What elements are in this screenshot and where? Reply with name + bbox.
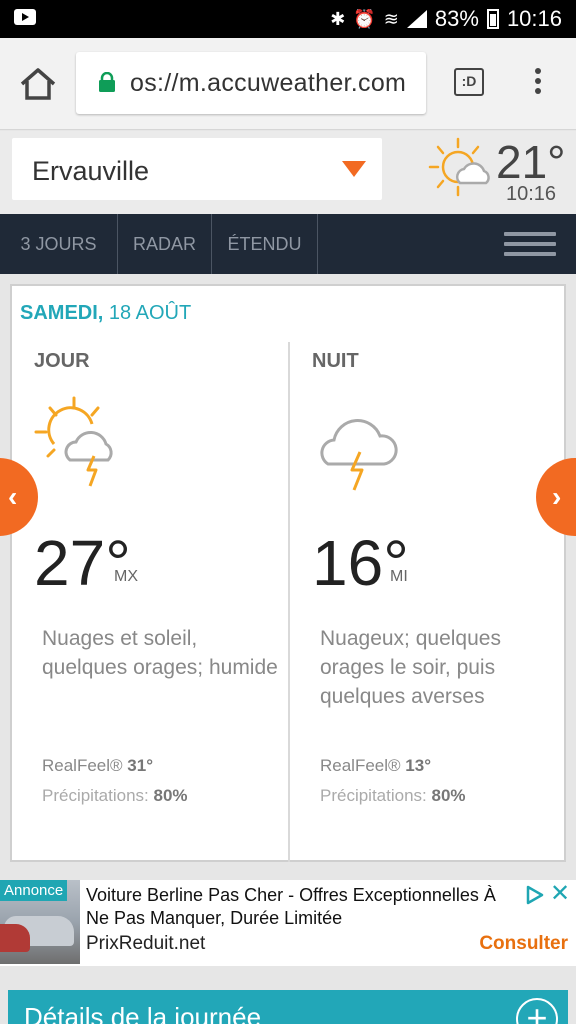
forecast-date: SAMEDI, 18 AOÛT	[20, 302, 191, 325]
ad-banner[interactable]: Annonce Voiture Berline Pas Cher - Offre…	[0, 880, 576, 966]
night-description: Nuageux; quelques orages le soir, puis q…	[320, 627, 501, 708]
address-bar[interactable]: os://m.accuweather.com	[76, 52, 426, 114]
tab-switcher-button[interactable]: :D	[454, 68, 484, 96]
day-description: Nuages et soleil, quelques orages; humid…	[42, 627, 278, 679]
expand-plus-icon[interactable]: +	[516, 998, 558, 1024]
date-day-month: 18 AOÛT	[103, 302, 192, 324]
battery-percent: 83%	[434, 6, 479, 31]
ad-title[interactable]: Voiture Berline Pas Cher - Offres Except…	[86, 884, 522, 932]
day-temp-unit: MX	[114, 568, 138, 585]
location-dropdown[interactable]: Ervauville	[12, 138, 382, 200]
bluetooth-icon: ✱	[330, 9, 346, 29]
chevron-right-icon: ›	[552, 481, 562, 512]
sun-cloud-thunder-icon	[34, 396, 113, 487]
home-icon[interactable]	[18, 66, 58, 102]
status-bar: ✱ ⏰ ≋ 83% 10:16	[0, 0, 576, 38]
battery-icon	[486, 9, 499, 29]
ad-domain: PrixReduit.net	[86, 933, 206, 954]
night-label: NUIT	[312, 350, 359, 372]
precip-value: 80%	[153, 786, 188, 805]
precip-label: Précipitations:	[42, 786, 154, 805]
day-details-bar[interactable]: Détails de la journée +	[8, 990, 568, 1024]
night-temperature: 16°	[312, 527, 409, 599]
day-label: JOUR	[34, 350, 90, 372]
car-graphic	[0, 924, 30, 952]
youtube-notification-icon	[14, 9, 36, 25]
nav-bar: 3 JOURS RADAR ÉTENDU	[0, 214, 576, 274]
ad-close-icon[interactable]: ✕	[550, 882, 570, 906]
tab-3-jours[interactable]: 3 JOURS	[0, 214, 118, 274]
realfeel-label: RealFeel®	[320, 756, 406, 775]
browser-toolbar: os://m.accuweather.com :D	[0, 38, 576, 130]
screen: ✱ ⏰ ≋ 83% 10:16 os://m.accuweather.com :…	[0, 0, 576, 1024]
day-temperature: 27°	[34, 527, 131, 599]
chevron-left-icon: ‹	[8, 481, 18, 512]
tab-radar[interactable]: RADAR	[118, 214, 212, 274]
day-precipitation: Précipitations: 80%	[42, 786, 188, 806]
date-weekday: SAMEDI,	[20, 302, 104, 324]
lock-icon	[99, 72, 115, 92]
current-temperature: 21°	[496, 136, 566, 188]
realfeel-value: 13°	[405, 756, 432, 775]
hamburger-menu-icon[interactable]	[504, 232, 556, 258]
night-precipitation: Précipitations: 80%	[320, 786, 466, 806]
current-time: 10:16	[506, 183, 557, 205]
day-realfeel: RealFeel® 31°	[42, 756, 153, 776]
dropdown-arrow-icon	[342, 161, 366, 177]
realfeel-label: RealFeel®	[42, 756, 128, 775]
precip-label: Précipitations:	[320, 786, 432, 805]
ad-choices-icon[interactable]	[524, 884, 546, 906]
wifi-icon: ≋	[383, 9, 399, 29]
location-name: Ervauville	[32, 156, 150, 186]
cloud-thunder-icon	[320, 419, 398, 491]
column-divider	[288, 342, 290, 862]
status-time: 10:16	[506, 6, 562, 31]
status-icons: ✱ ⏰ ≋ 83% 10:16	[330, 6, 562, 32]
ad-cta-button[interactable]: Consulter	[479, 933, 568, 955]
ad-image[interactable]: Annonce	[0, 880, 80, 964]
night-column: NUIT 16° MI Nuageux; quelques orages le …	[312, 342, 572, 842]
night-temp-unit: MI	[390, 568, 408, 585]
ad-badge: Annonce	[0, 880, 68, 901]
precip-value: 80%	[431, 786, 466, 805]
forecast-card: SAMEDI, 18 AOÛT JOUR 27° MX Nuages et so…	[10, 284, 566, 862]
day-details-label: Détails de la journée	[24, 1002, 262, 1024]
overflow-menu-icon[interactable]	[530, 68, 546, 100]
night-realfeel: RealFeel® 13°	[320, 756, 431, 776]
url-text: os://m.accuweather.com	[130, 69, 407, 97]
day-column: JOUR 27° MX Nuages et soleil, quelques o…	[34, 342, 294, 842]
signal-icon	[406, 10, 427, 28]
realfeel-value: 31°	[127, 756, 154, 775]
alarm-icon: ⏰	[353, 9, 376, 29]
sun-cloud-icon	[428, 137, 490, 197]
location-header: Ervauville 21° 10:16	[0, 131, 576, 214]
tab-etendu[interactable]: ÉTENDU	[212, 214, 318, 274]
